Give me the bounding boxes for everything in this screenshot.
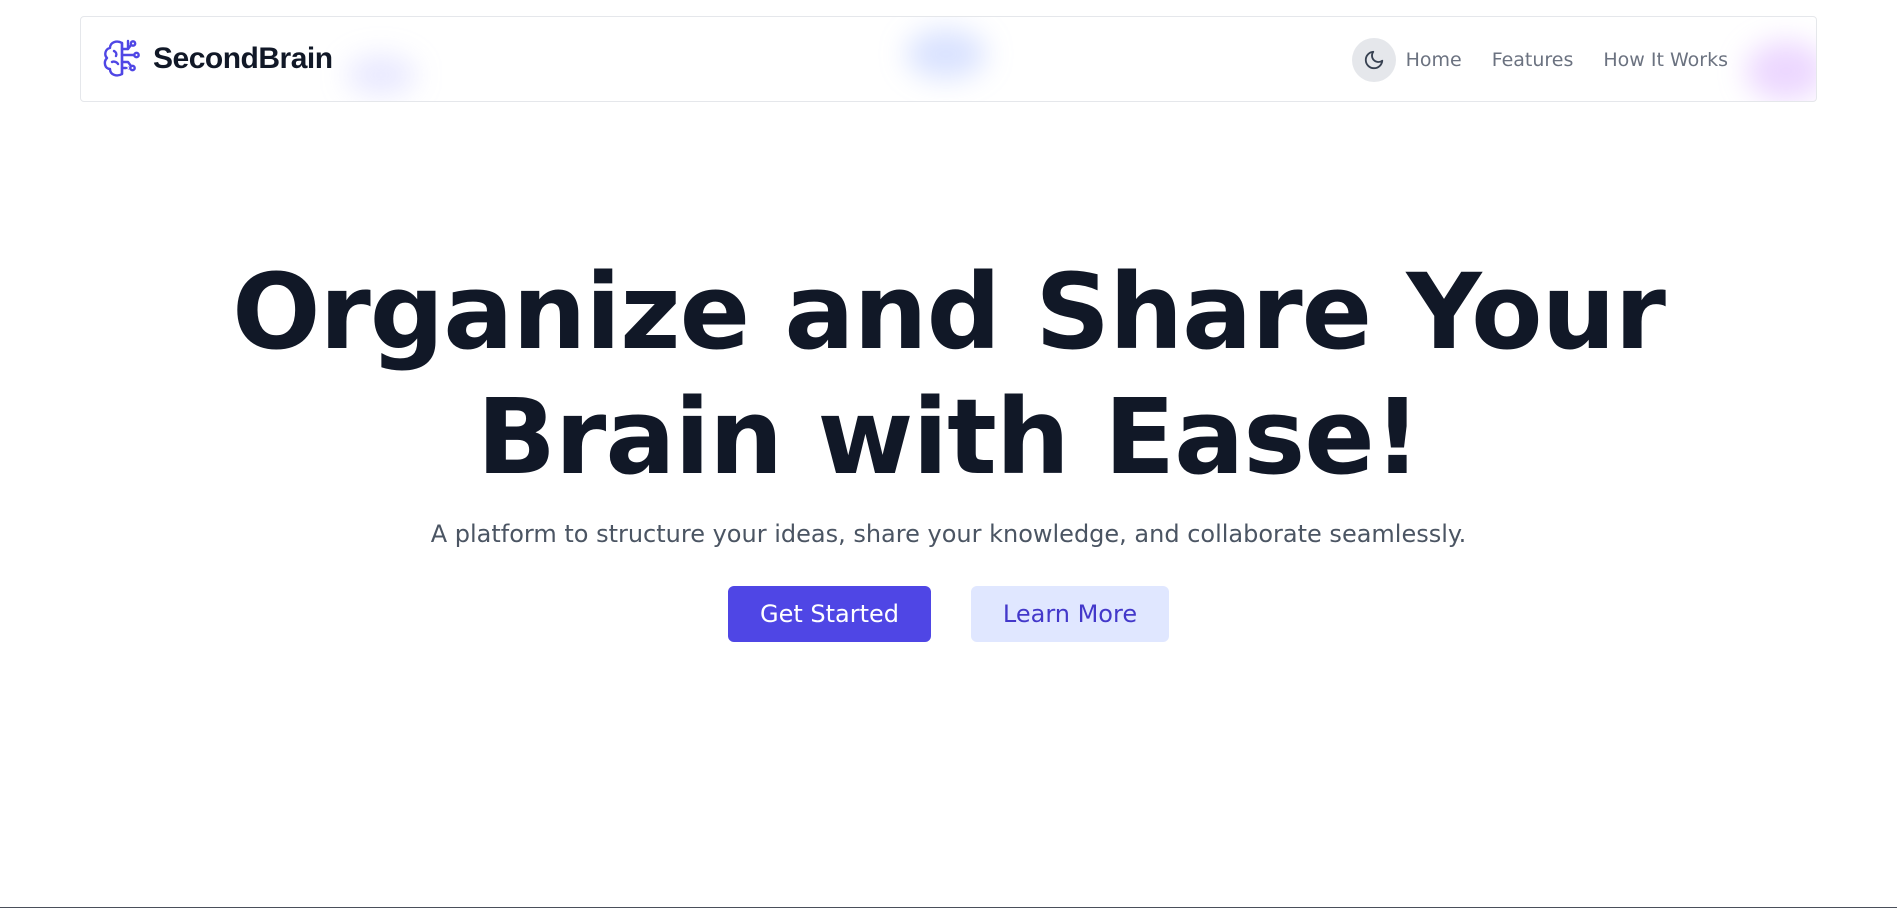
cta-group: Get Started Learn More <box>0 586 1897 642</box>
hero-title-line-1: Organize and Share Your <box>232 251 1666 373</box>
nav-link-how-it-works[interactable]: How It Works <box>1603 49 1728 71</box>
decorative-glow <box>346 55 416 95</box>
nav-link-home[interactable]: Home <box>1406 49 1462 71</box>
moon-icon <box>1364 50 1383 70</box>
hero-title: Organize and Share Your Brain with Ease! <box>0 250 1897 500</box>
decorative-glow <box>906 29 986 79</box>
theme-toggle-button[interactable] <box>1351 38 1396 82</box>
hero-title-line-2: Brain with Ease! <box>476 376 1421 498</box>
get-started-button[interactable]: Get Started <box>728 586 931 642</box>
landing-page: SecondBrain Home Features How It Works O… <box>0 0 1897 908</box>
brand-name: SecondBrain <box>153 42 333 75</box>
main-nav: Home Features How It Works <box>1351 37 1728 83</box>
brand-logo[interactable]: SecondBrain <box>101 37 333 81</box>
navbar: SecondBrain Home Features How It Works <box>80 16 1817 102</box>
learn-more-button[interactable]: Learn More <box>971 586 1169 642</box>
brain-circuit-icon <box>103 39 140 77</box>
nav-link-features[interactable]: Features <box>1492 49 1574 71</box>
hero-subtitle: A platform to structure your ideas, shar… <box>430 520 1467 548</box>
decorative-glow <box>1746 41 1816 101</box>
